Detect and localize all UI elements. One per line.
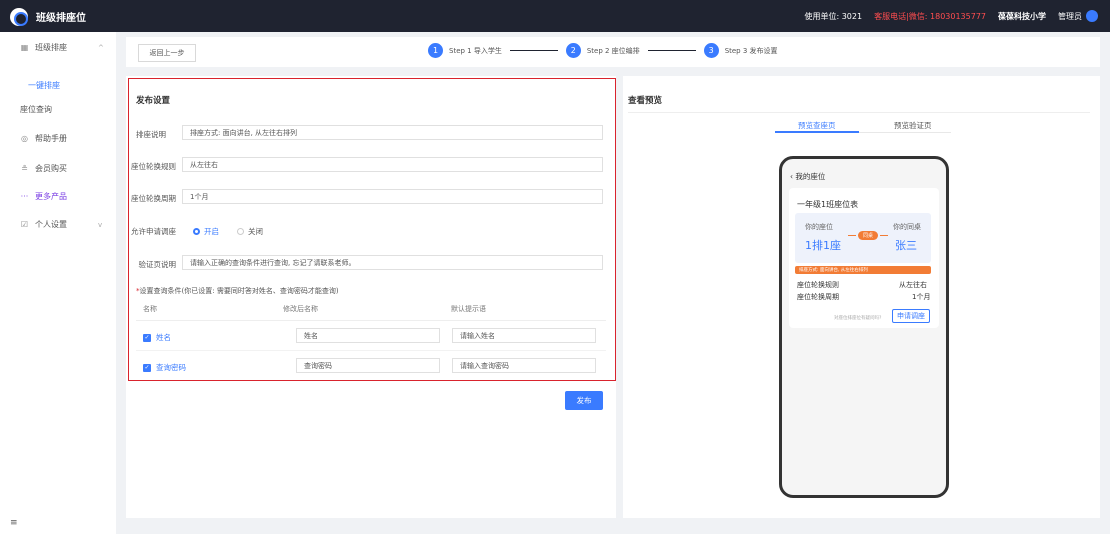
- field-label: 允许申请调座: [131, 227, 176, 236]
- column-header-rename: 修改后名称: [283, 305, 318, 313]
- sidebar-item-help[interactable]: ◎ 帮助手册: [20, 133, 67, 144]
- seating-description-input[interactable]: 排座方式: 面向讲台, 从左往右排列: [182, 125, 603, 140]
- tab-active-indicator: [775, 131, 859, 133]
- tab-preview-verify[interactable]: 预览验证页: [894, 120, 932, 131]
- sidebar-item-membership[interactable]: ≗ 会员购买: [20, 163, 67, 174]
- rotation-rule-input[interactable]: 从左往右: [182, 157, 603, 172]
- hint-input[interactable]: 请输入查询密码: [452, 358, 596, 373]
- desk-mate-value: 张三: [895, 239, 917, 252]
- app-logo-icon: [10, 8, 28, 26]
- cycle-value: 1个月: [912, 293, 931, 301]
- my-seat-value: 1排1座: [805, 239, 841, 252]
- field-label: 座位轮换规则: [131, 162, 176, 171]
- preview-title: 查看预览: [628, 96, 663, 106]
- checkbox-checked-icon: ✓: [143, 363, 151, 372]
- connector-line: [880, 235, 888, 236]
- phone-back-link[interactable]: ‹ 我的座位: [790, 171, 825, 182]
- chevron-up-icon: ^: [98, 43, 104, 52]
- sidebar-item-one-click[interactable]: 一键排座: [28, 80, 60, 91]
- user-icon: ≗: [21, 164, 28, 173]
- my-seat-label: 你的座位: [805, 223, 833, 231]
- chevron-down-icon: v: [98, 220, 103, 229]
- sidebar-item-more-products[interactable]: ··· 更多产品: [20, 191, 67, 202]
- step-3: 3 Step 3 发布设置: [703, 43, 778, 58]
- section-title: 发布设置: [136, 96, 171, 106]
- avatar[interactable]: [1086, 10, 1098, 22]
- sidebar-item-class-seating[interactable]: ▦ 班级排座 ^: [20, 42, 104, 53]
- sidebar-item-personal-settings[interactable]: ☑ 个人设置 v: [20, 219, 102, 230]
- top-bar: 班级排座位 使用单位: 3021 客服电话|微信: 18030135777 葆葆…: [0, 0, 1110, 32]
- app-title: 班级排座位: [36, 13, 86, 24]
- apply-adjust-button[interactable]: 申请调座: [892, 309, 930, 323]
- service-contact: 客服电话|微信: 18030135777: [874, 11, 986, 21]
- radio-disable[interactable]: 关闭: [237, 226, 263, 237]
- column-header-name: 名称: [143, 305, 157, 313]
- step-indicator: 1 Step 1 导入学生 2 Step 2 座位编排 3 Step 3 发布设…: [428, 43, 778, 58]
- sidebar: [0, 32, 116, 534]
- grid-icon: ▦: [20, 43, 29, 52]
- rule-value: 从左往右: [899, 281, 927, 289]
- cycle-label: 座位轮换周期: [797, 293, 839, 301]
- hint-input[interactable]: 请输入姓名: [452, 328, 596, 343]
- rename-input[interactable]: 查询密码: [296, 358, 440, 373]
- rename-input[interactable]: 姓名: [296, 328, 440, 343]
- verify-description-input[interactable]: 请输入正确的查询条件进行查询, 忘记了请联系老师。: [182, 255, 603, 270]
- query-conditions-title: *设置查询条件(你已设置: 需要同时答对姓名、查询密码才能查询): [136, 287, 339, 295]
- desk-mate-pill: 同桌: [858, 231, 878, 240]
- rotation-cycle-input[interactable]: 1个月: [182, 189, 603, 204]
- checkbox-name[interactable]: ✓ 姓名: [143, 332, 171, 343]
- column-header-hint: 默认提示语: [451, 305, 486, 313]
- divider: [136, 320, 606, 321]
- tab-preview-seat[interactable]: 预览查座页: [798, 120, 836, 131]
- checkbox-query-password[interactable]: ✓ 查询密码: [143, 362, 186, 373]
- more-icon: ···: [20, 192, 29, 201]
- step-1: 1 Step 1 导入学生: [428, 43, 502, 58]
- checkbox-checked-icon: ✓: [143, 333, 151, 342]
- school-name: 葆葆科技小学: [998, 11, 1046, 21]
- class-title: 一年级1班座位表: [797, 200, 859, 209]
- menu-toggle-icon[interactable]: ≡: [10, 518, 18, 528]
- back-button[interactable]: 返回上一步: [138, 44, 196, 62]
- divider: [136, 350, 606, 351]
- step-connector: [647, 50, 696, 51]
- field-label: 排座说明: [136, 130, 166, 139]
- unit-info: 使用单位: 3021: [804, 11, 863, 21]
- connector-line: [848, 235, 856, 236]
- step-connector: [509, 50, 558, 51]
- edit-icon: ☑: [20, 220, 29, 229]
- field-label: 座位轮换周期: [131, 194, 176, 203]
- sidebar-item-seat-query[interactable]: 座位查询: [20, 104, 52, 115]
- publish-button[interactable]: 发布: [565, 391, 603, 410]
- divider: [628, 112, 1090, 113]
- steps-bar: 返回上一步 1 Step 1 导入学生 2 Step 2 座位编排 3 Step…: [126, 37, 1100, 67]
- help-icon: ◎: [21, 134, 28, 143]
- step-2: 2 Step 2 座位编排: [565, 43, 640, 58]
- admin-menu[interactable]: 管理员: [1058, 11, 1082, 22]
- field-label: 验证页说明: [138, 260, 177, 269]
- radio-enable[interactable]: 开启: [193, 226, 219, 237]
- rule-label: 座位轮换规则: [797, 281, 839, 289]
- radio-dot: [193, 228, 200, 235]
- top-right-info: 使用单位: 3021 客服电话|微信: 18030135777 葆葆科技小学 管…: [804, 10, 1098, 22]
- seating-method-banner: 排座方式: 面向讲台, 从左往右排列: [795, 266, 931, 274]
- radio-dot: [237, 228, 244, 235]
- desk-mate-label: 你的同桌: [893, 223, 921, 231]
- apply-hint: 对座位排座位有疑问吗?: [834, 316, 882, 321]
